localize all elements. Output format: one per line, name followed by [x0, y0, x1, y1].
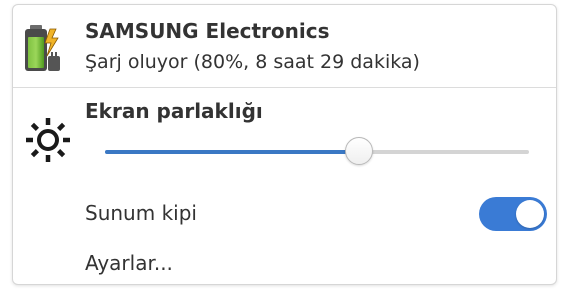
- toggle-knob: [516, 200, 544, 228]
- presentation-mode-label: Sunum kipi: [85, 201, 197, 225]
- battery-charging-icon: [23, 23, 61, 73]
- presentation-mode-row[interactable]: Sunum kipi: [13, 191, 556, 235]
- slider-fill: [105, 150, 359, 154]
- brightness-sun-icon: [23, 115, 73, 165]
- menu-separator: [13, 87, 556, 88]
- battery-row[interactable]: SAMSUNG Electronics Şarj oluyor (80%, 8 …: [13, 5, 556, 87]
- power-indicator-menu: SAMSUNG Electronics Şarj oluyor (80%, 8 …: [12, 4, 557, 285]
- settings-menu-item[interactable]: Ayarlar...: [85, 251, 173, 275]
- battery-status: Şarj oluyor (80%, 8 saat 29 dakika): [85, 51, 420, 73]
- slider-knob[interactable]: [345, 137, 373, 165]
- brightness-slider[interactable]: [105, 137, 529, 167]
- device-name: SAMSUNG Electronics: [85, 19, 330, 43]
- brightness-title: Ekran parlaklığı: [85, 99, 263, 123]
- presentation-mode-toggle[interactable]: [479, 197, 547, 231]
